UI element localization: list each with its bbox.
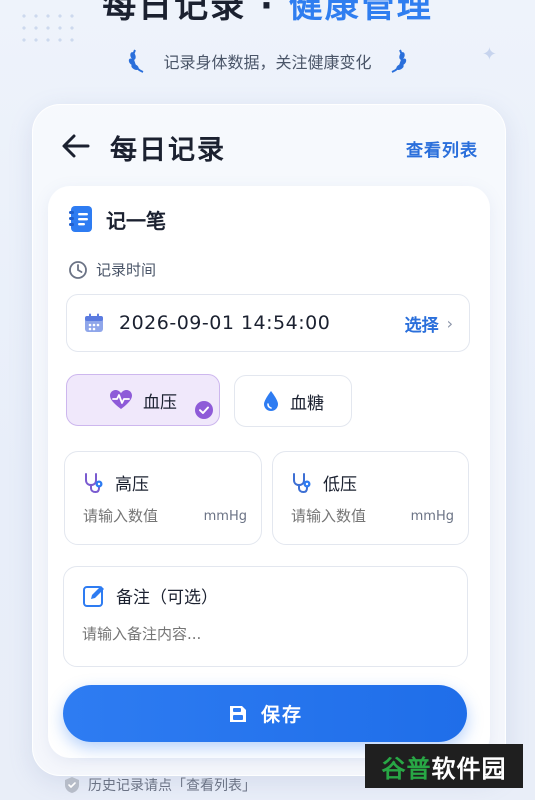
view-list-link[interactable]: 查看列表 bbox=[406, 136, 478, 161]
heart-pulse-icon bbox=[110, 390, 132, 409]
time-label: 记录时间 bbox=[96, 261, 157, 279]
type-blood-pressure-button[interactable]: 血压 bbox=[66, 374, 220, 426]
calendar-icon bbox=[85, 313, 103, 332]
laurel-left-icon bbox=[129, 49, 144, 73]
systolic-label: 高压 bbox=[115, 475, 149, 495]
systolic-field: 高压 mmHg bbox=[64, 451, 262, 545]
chevron-right-icon: › bbox=[446, 313, 453, 333]
hero-subtitle-row: 记录身体数据，关注健康变化 bbox=[0, 46, 535, 76]
datetime-picker[interactable]: 2026-09-01 14:54:00 选择 › bbox=[66, 294, 470, 352]
site-watermark: 谷普 软件园 bbox=[365, 744, 523, 788]
footer-text: 历史记录请点「查看列表」 bbox=[88, 778, 256, 794]
diastolic-input[interactable] bbox=[291, 507, 401, 525]
watermark-part2: 软件园 bbox=[431, 754, 507, 783]
notebook-icon bbox=[69, 206, 92, 232]
hero-subtitle: 记录身体数据，关注健康变化 bbox=[163, 53, 372, 72]
note-label: 备注（可选） bbox=[116, 588, 218, 608]
page-header: 每日记录 查看列表 bbox=[32, 104, 506, 188]
note-field: 备注（可选） bbox=[63, 566, 468, 667]
back-arrow-icon[interactable] bbox=[60, 132, 92, 160]
page-title: 每日记录 bbox=[110, 135, 226, 166]
hero-title: 每日记录 · 健康管理 bbox=[0, 0, 535, 28]
check-badge-icon bbox=[195, 401, 213, 419]
section-title: 记一笔 bbox=[106, 208, 166, 233]
select-button[interactable]: 选择 bbox=[405, 311, 439, 336]
laurel-right-icon bbox=[391, 49, 406, 73]
water-drop-icon bbox=[264, 391, 278, 411]
systolic-input[interactable] bbox=[83, 507, 193, 525]
diastolic-label: 低压 bbox=[323, 475, 357, 495]
datetime-value: 2026-09-01 14:54:00 bbox=[119, 312, 331, 334]
hero-title-separator: · bbox=[260, 0, 275, 26]
save-label: 保存 bbox=[260, 704, 303, 726]
diastolic-field: 低压 mmHg bbox=[272, 451, 469, 545]
stethoscope-icon bbox=[85, 472, 103, 493]
systolic-unit: mmHg bbox=[203, 509, 247, 524]
type-blood-sugar-label: 血糖 bbox=[290, 393, 324, 414]
clock-icon bbox=[69, 260, 87, 279]
time-label-row: 记录时间 bbox=[68, 259, 156, 280]
type-blood-sugar-button[interactable]: 血糖 bbox=[234, 375, 352, 427]
hero-title-part1: 每日记录 bbox=[102, 0, 247, 26]
stethoscope-icon bbox=[293, 472, 311, 493]
save-button[interactable]: 保存 bbox=[63, 685, 467, 742]
hero-title-part2: 健康管理 bbox=[288, 0, 433, 26]
edit-note-icon bbox=[83, 585, 104, 607]
footer-tip: 历史记录请点「查看列表」 bbox=[64, 775, 256, 795]
diastolic-unit: mmHg bbox=[410, 509, 454, 524]
save-icon bbox=[229, 705, 246, 722]
shield-icon bbox=[65, 777, 79, 793]
section-header: 记一笔 bbox=[68, 204, 166, 234]
type-blood-pressure-label: 血压 bbox=[143, 392, 177, 413]
note-input[interactable] bbox=[82, 625, 442, 643]
watermark-part1: 谷普 bbox=[381, 754, 432, 783]
